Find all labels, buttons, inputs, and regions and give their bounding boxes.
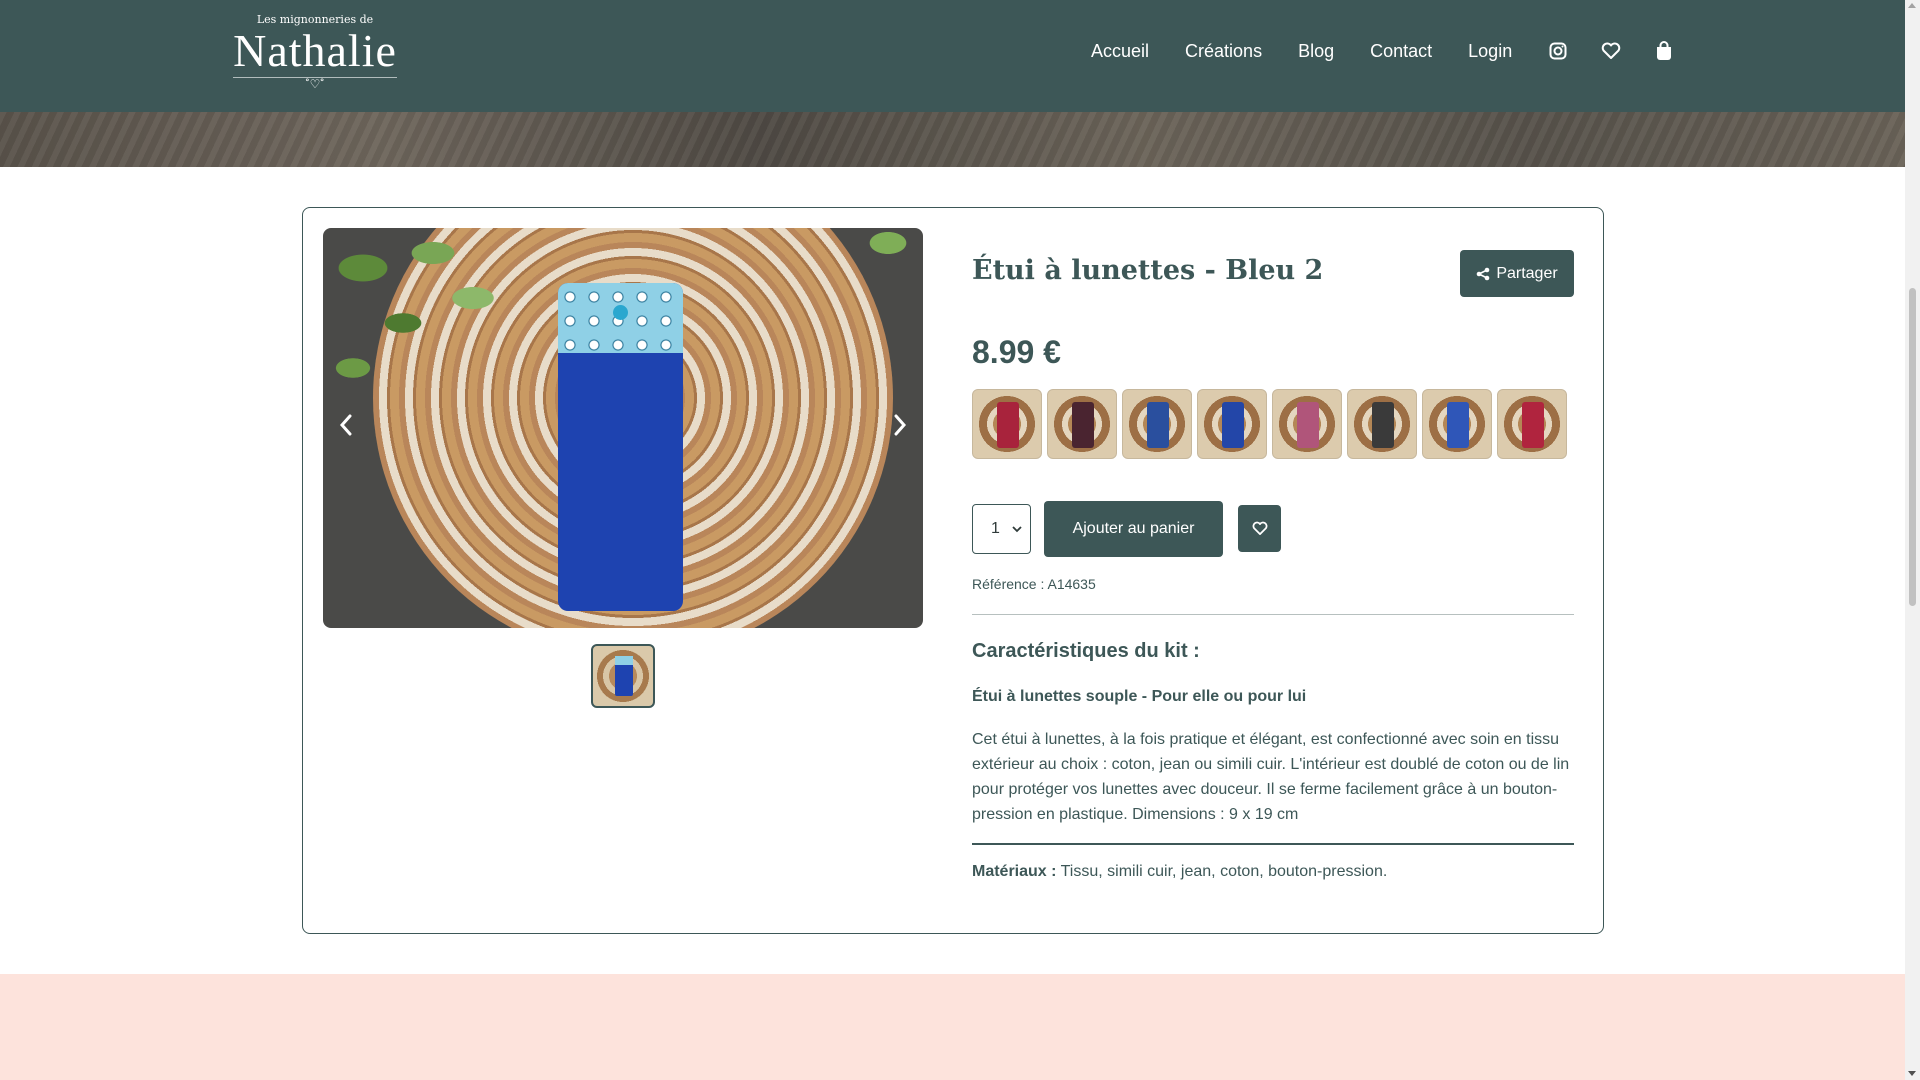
product-card: Étui à lunettes - Bleu 2 Partager 8.99 €… — [302, 207, 1604, 934]
divider — [972, 614, 1574, 615]
product-title: Étui à lunettes - Bleu 2 — [972, 255, 1324, 286]
product-info: Étui à lunettes - Bleu 2 Partager 8.99 €… — [972, 208, 1578, 933]
variant-thumb-7[interactable] — [1422, 389, 1492, 459]
variant-swatch — [997, 402, 1019, 448]
hero-banner-strip — [0, 112, 1905, 167]
variant-thumb-4[interactable] — [1197, 389, 1267, 459]
shopping-bag-icon[interactable] — [1654, 41, 1674, 61]
heart-icon[interactable] — [1601, 41, 1621, 61]
product-price: 8.99 € — [972, 334, 1061, 370]
quantity-value: 1 — [991, 520, 1000, 537]
logo-name: Nathalie — [233, 25, 397, 76]
variant-selector — [972, 389, 1567, 459]
logo-ornament: ˚♡˚ — [305, 77, 325, 91]
product-description: Cet étui à lunettes, à la fois pratique … — [972, 731, 1570, 823]
variant-thumb-2[interactable] — [1047, 389, 1117, 459]
nav-creations[interactable]: Créations — [1185, 40, 1262, 62]
site-header: Les mignonneries de Nathalie ˚♡˚ Accueil… — [0, 0, 1905, 112]
variant-thumb-3[interactable] — [1122, 389, 1192, 459]
scroll-down-arrow-icon[interactable] — [1908, 1071, 1916, 1076]
add-to-cart-button[interactable]: Ajouter au panier — [1044, 501, 1223, 557]
main-nav: Accueil Créations Blog Contact Login — [1091, 40, 1674, 62]
quantity-select[interactable]: 1 — [972, 504, 1031, 554]
glasses-case-graphic — [558, 283, 683, 611]
variant-thumb-1[interactable] — [972, 389, 1042, 459]
product-materials: Matériaux : Tissu, simili cuir, jean, co… — [972, 863, 1387, 881]
product-subtitle: Étui à lunettes souple - Pour elle ou po… — [972, 688, 1307, 705]
nav-blog[interactable]: Blog — [1298, 40, 1334, 62]
heart-icon — [1252, 521, 1267, 535]
share-icon — [1477, 267, 1490, 280]
chevron-down-icon — [1012, 525, 1022, 532]
variant-thumb-6[interactable] — [1347, 389, 1417, 459]
product-reference: Référence : A14635 — [972, 576, 1096, 592]
gallery-thumbnail[interactable] — [591, 644, 655, 708]
nav-accueil[interactable]: Accueil — [1091, 40, 1149, 62]
plant-leaves-graphic — [323, 228, 523, 408]
scrollbar-thumb[interactable] — [1909, 288, 1916, 606]
page-scrollbar[interactable] — [1905, 0, 1920, 1080]
variant-thumb-5[interactable] — [1272, 389, 1342, 459]
carousel-next-button[interactable] — [885, 410, 915, 440]
variant-swatch — [1372, 402, 1394, 448]
product-main-image — [323, 228, 923, 628]
nav-login[interactable]: Login — [1468, 40, 1512, 62]
variant-swatch — [1297, 402, 1319, 448]
variant-swatch — [1522, 402, 1544, 448]
chevron-right-icon — [894, 414, 907, 436]
glasses-case-snap — [613, 305, 628, 320]
materials-value: Tissu, simili cuir, jean, coton, bouton-… — [1056, 863, 1388, 880]
carousel-prev-button[interactable] — [331, 410, 361, 440]
plant-leaves-right-graphic — [853, 228, 923, 288]
variant-swatch — [1147, 402, 1169, 448]
characteristics-title: Caractéristiques du kit : — [972, 640, 1200, 662]
materials-label: Matériaux : — [972, 863, 1057, 880]
variant-swatch — [1447, 402, 1469, 448]
variant-thumb-8[interactable] — [1497, 389, 1567, 459]
site-logo[interactable]: Les mignonneries de Nathalie ˚♡˚ — [232, 10, 398, 96]
instagram-icon[interactable] — [1548, 41, 1568, 61]
scroll-up-arrow-icon[interactable] — [1908, 3, 1916, 8]
footer-band — [0, 974, 1905, 1080]
divider — [972, 843, 1574, 845]
nav-contact[interactable]: Contact — [1370, 40, 1432, 62]
share-button[interactable]: Partager — [1460, 250, 1574, 297]
thumbnail-pouch-graphic — [615, 656, 633, 696]
variant-swatch — [1222, 402, 1244, 448]
variant-swatch — [1072, 402, 1094, 448]
add-to-wishlist-button[interactable] — [1238, 505, 1281, 552]
share-button-label: Partager — [1496, 264, 1558, 282]
chevron-left-icon — [339, 414, 352, 436]
